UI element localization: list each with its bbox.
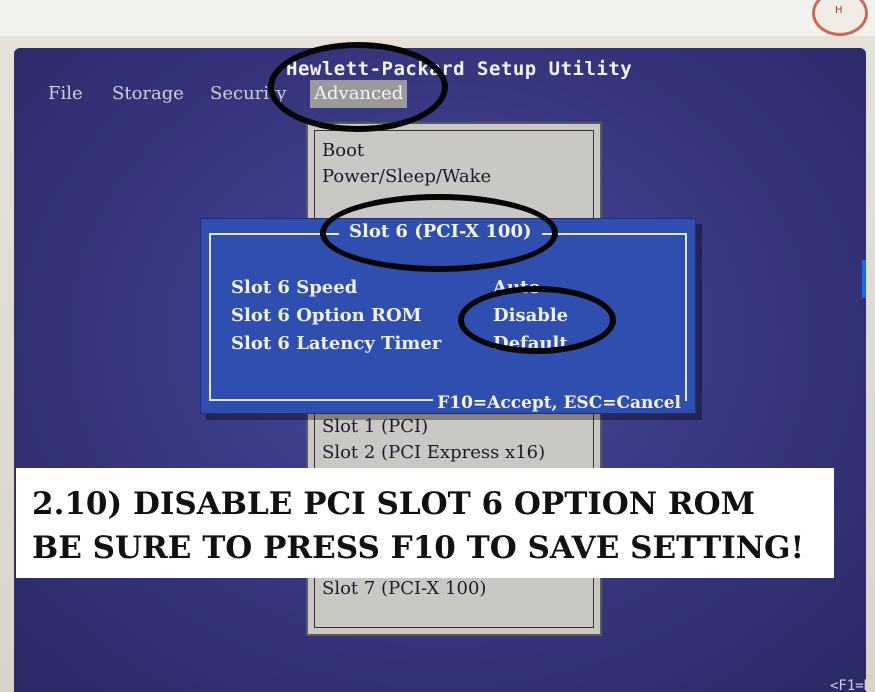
scroll-marker <box>862 260 866 298</box>
help-hint: <F1=Help> <box>830 678 866 692</box>
menu-file[interactable]: File <box>44 80 87 108</box>
setting-label: Slot 6 Option ROM <box>231 305 422 326</box>
dropdown-item-power[interactable]: Power/Sleep/Wake <box>322 166 491 187</box>
dropdown-item-slot7[interactable]: Slot 7 (PCI-X 100) <box>322 578 486 599</box>
caption-line-2: BE SURE TO PRESS F10 TO SAVE SETTING! <box>32 530 805 566</box>
setting-value-speed[interactable]: Auto <box>493 277 540 298</box>
dropdown-item-slot1[interactable]: Slot 1 (PCI) <box>322 416 428 437</box>
bios-title: Hewlett-Packard Setup Utility <box>286 58 633 80</box>
setting-label: Slot 6 Latency Timer <box>231 333 442 354</box>
dialog-title: Slot 6 (PCI-X 100) <box>339 221 542 242</box>
bezel-top <box>0 0 875 36</box>
slot6-dialog: Slot 6 (PCI-X 100) Slot 6 Speed Auto Slo… <box>200 218 696 414</box>
menu-storage[interactable]: Storage <box>108 80 188 108</box>
instruction-caption: 2.10) DISABLE PCI SLOT 6 OPTION ROM BE S… <box>16 468 834 578</box>
setting-value-latency[interactable]: Default <box>493 333 568 354</box>
dropdown-item-slot2[interactable]: Slot 2 (PCI Express x16) <box>322 442 545 463</box>
setting-label: Slot 6 Speed <box>231 277 358 298</box>
setting-value-option-rom[interactable]: Disable <box>493 305 568 326</box>
dropdown-item-boot[interactable]: Boot <box>322 140 364 161</box>
bios-menubar: File Storage Security Advanced <box>14 80 866 110</box>
menu-security[interactable]: Security <box>206 80 290 108</box>
menu-advanced[interactable]: Advanced <box>310 80 408 108</box>
dialog-footer-keys: F10=Accept, ESC=Cancel <box>433 393 685 413</box>
caption-line-1: 2.10) DISABLE PCI SLOT 6 OPTION ROM <box>32 486 755 522</box>
